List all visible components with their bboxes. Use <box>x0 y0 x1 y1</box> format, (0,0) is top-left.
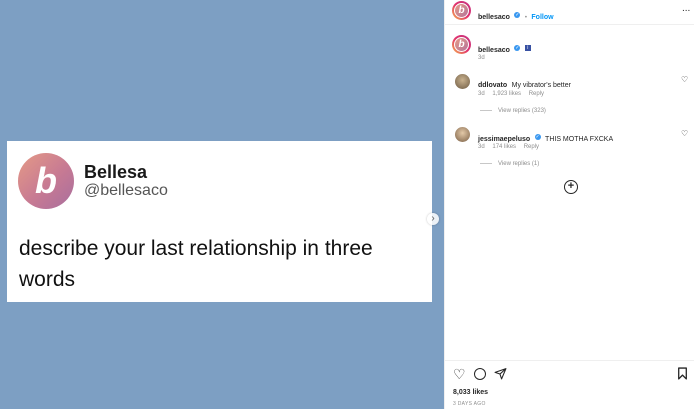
post-side-panel: b bellesaco ✓ • Follow ... b bellesaco ✓… <box>444 0 694 409</box>
comment-username[interactable]: ddlovato <box>478 82 507 89</box>
load-more-comments-button[interactable]: + <box>564 180 578 194</box>
view-replies-label: View replies (1) <box>498 161 540 167</box>
plus-circle-icon: + <box>567 180 575 192</box>
view-replies-button[interactable]: View replies (323) <box>480 108 546 114</box>
tweet-handle: @bellesaco <box>84 182 168 199</box>
share-button[interactable] <box>494 367 507 385</box>
header-avatar[interactable]: b <box>452 1 471 20</box>
comment-item: ddlovato My vibrator's better <box>478 74 571 92</box>
comment-avatar[interactable] <box>455 127 470 142</box>
view-replies-label: View replies (323) <box>498 108 546 114</box>
comment-likes[interactable]: 174 likes <box>492 144 516 150</box>
comment-text: THIS MOTHA FXCKA <box>545 136 614 143</box>
chevron-right-icon: › <box>431 213 435 224</box>
paper-plane-icon <box>494 368 507 380</box>
comment-meta: 3d 1,923 likes Reply <box>478 91 544 97</box>
likes-count[interactable]: 8,033 likes <box>453 389 488 396</box>
post-date: 3 DAYS AGO <box>453 401 486 407</box>
comment-meta: 3d 174 likes Reply <box>478 144 539 150</box>
header-username[interactable]: bellesaco <box>478 14 510 21</box>
header-divider <box>445 24 694 25</box>
actions-divider <box>445 360 694 361</box>
tweet-avatar: b <box>18 153 74 209</box>
more-options-button[interactable]: ... <box>682 3 690 14</box>
comment-likes[interactable]: 1,923 likes <box>492 91 521 97</box>
comment-button[interactable] <box>474 368 486 380</box>
comment-time: 3d <box>478 91 485 97</box>
caption-time: 3d <box>478 55 485 61</box>
tweet-name: Bellesa <box>84 162 148 182</box>
heart-icon: ♡ <box>681 129 689 138</box>
comment-username[interactable]: jessimaepeluso <box>478 136 530 143</box>
header-separator: • <box>524 15 527 21</box>
caption-badge: i <box>524 44 531 51</box>
like-button[interactable]: ♡ <box>453 366 466 383</box>
post-media: b Bellesa @bellesaco describe your last … <box>0 0 444 409</box>
view-replies-button[interactable]: View replies (1) <box>480 161 539 167</box>
comment-text: My vibrator's better <box>511 82 571 89</box>
caption-username[interactable]: bellesaco <box>478 47 510 54</box>
heart-icon: ♡ <box>681 75 689 84</box>
post-header: bellesaco ✓ • Follow <box>478 6 554 24</box>
caption-avatar[interactable]: b <box>452 35 471 54</box>
comment-time: 3d <box>478 144 485 150</box>
bookmark-icon <box>678 367 687 380</box>
comment-avatar[interactable] <box>455 74 470 89</box>
caption: bellesaco ✓ i <box>478 39 531 57</box>
tweet-text: describe your last relationship in three… <box>19 237 373 291</box>
comment-like-button[interactable]: ♡ <box>681 129 688 138</box>
follow-button[interactable]: Follow <box>531 14 553 21</box>
comment-like-button[interactable]: ♡ <box>681 75 688 84</box>
verified-badge-icon: ✓ <box>514 44 521 51</box>
save-button[interactable] <box>677 367 688 385</box>
reply-button[interactable]: Reply <box>529 91 544 97</box>
verified-badge-icon: ✓ <box>534 133 541 140</box>
header-avatar-letter: b <box>455 4 468 17</box>
next-media-button[interactable]: › <box>427 213 439 225</box>
tweet-screenshot: b Bellesa @bellesaco describe your last … <box>7 141 432 302</box>
verified-badge-icon: ✓ <box>514 11 521 18</box>
heart-icon: ♡ <box>453 366 466 382</box>
reply-button[interactable]: Reply <box>524 144 539 150</box>
tweet-avatar-letter: b <box>35 160 57 201</box>
